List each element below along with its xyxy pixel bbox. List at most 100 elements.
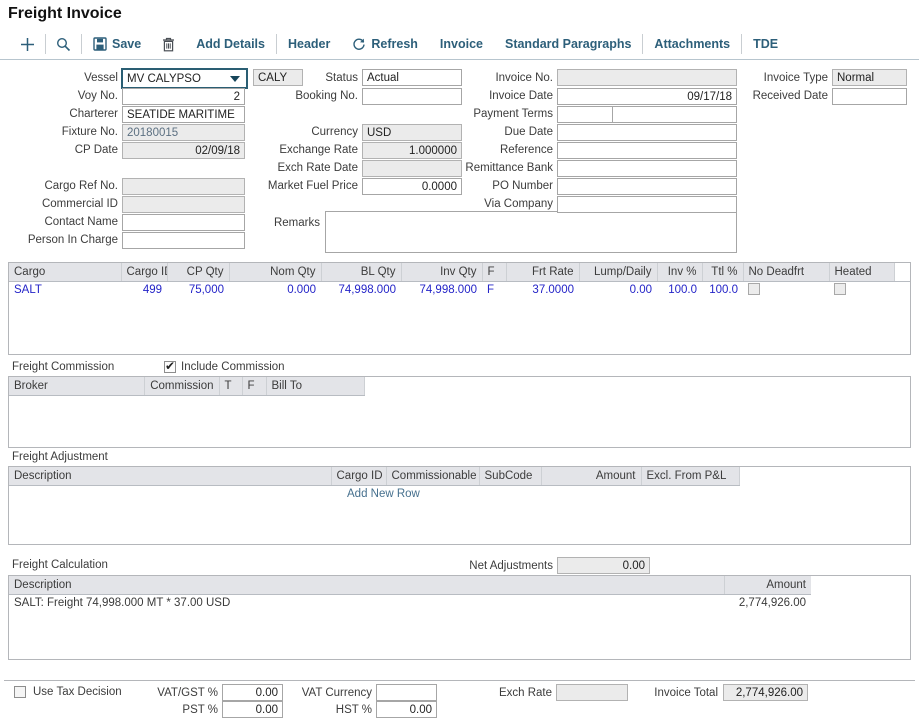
- po-number-field[interactable]: [557, 178, 737, 195]
- bl-qty-cell[interactable]: 74,998.000: [321, 281, 401, 299]
- voy-no-field[interactable]: 2: [122, 88, 245, 105]
- col-inv-qty: Inv Qty: [401, 263, 482, 281]
- save-label: Save: [112, 37, 141, 51]
- calc-description-cell: SALT: Freight 74,998.000 MT * 37.00 USD: [9, 594, 724, 612]
- commercial-id-field[interactable]: [122, 196, 245, 213]
- cargo-cell[interactable]: SALT: [9, 281, 121, 299]
- ttl-pct-cell[interactable]: 100.0: [702, 281, 743, 299]
- cp-date-label: CP Date: [0, 142, 118, 159]
- header-label: Header: [288, 37, 330, 51]
- received-date-label: Received Date: [740, 88, 828, 105]
- col-gutter: [894, 263, 910, 281]
- gutter-cell: [894, 281, 910, 299]
- tde-label: TDE: [753, 37, 778, 51]
- booking-no-label: Booking No.: [240, 88, 358, 105]
- reference-field[interactable]: [557, 142, 737, 159]
- cargo-grid-panel: Cargo Cargo ID CP Qty Nom Qty BL Qty Inv…: [8, 262, 911, 355]
- invoice-no-field[interactable]: [557, 69, 737, 86]
- freight-adjustment-label: Freight Adjustment: [12, 451, 108, 463]
- use-tax-decision-checkbox[interactable]: [14, 686, 26, 698]
- new-button[interactable]: [10, 37, 45, 52]
- vat-currency-field[interactable]: [376, 684, 437, 701]
- net-adjustments-field[interactable]: 0.00: [557, 557, 650, 574]
- col-heated: Heated: [829, 263, 894, 281]
- col-t: T: [219, 377, 242, 395]
- col-excl-pl: Excl. From P&L: [641, 467, 739, 485]
- delete-button[interactable]: [152, 37, 185, 52]
- cargo-ref-no-field[interactable]: [122, 178, 245, 195]
- refresh-button[interactable]: Refresh: [341, 37, 429, 51]
- invoice-no-label: Invoice No.: [440, 70, 553, 87]
- attachments-button[interactable]: Attachments: [643, 37, 741, 51]
- invoice-type-field[interactable]: Normal: [832, 69, 907, 86]
- frt-rate-cell[interactable]: 37.0000: [506, 281, 579, 299]
- col-no-deadfrt: No Deadfrt: [743, 263, 829, 281]
- commercial-id-label: Commercial ID: [0, 196, 118, 213]
- freight-adjustment-panel: Description Cargo ID Commissionable SubC…: [8, 466, 911, 545]
- payment-terms-desc-field[interactable]: [612, 106, 737, 123]
- nom-qty-cell[interactable]: 0.000: [229, 281, 321, 299]
- add-new-row-link[interactable]: Add New Row: [347, 488, 420, 500]
- header-button[interactable]: Header: [277, 37, 341, 51]
- exch-rate-bottom-label: Exch Rate: [464, 685, 552, 702]
- person-in-charge-field[interactable]: [122, 232, 245, 249]
- heated-checkbox[interactable]: [834, 283, 846, 295]
- lump-daily-cell[interactable]: 0.00: [579, 281, 657, 299]
- page-title: Freight Invoice: [8, 5, 122, 23]
- vat-gst-field[interactable]: 0.00: [222, 684, 283, 701]
- status-label: Status: [240, 70, 358, 87]
- col-calc-amount: Amount: [724, 576, 811, 594]
- invoice-total-field[interactable]: 2,774,926.00: [723, 684, 808, 701]
- po-number-label: PO Number: [440, 178, 553, 195]
- vessel-dropdown[interactable]: MV CALYPSO: [121, 68, 248, 89]
- add-details-button[interactable]: Add Details: [185, 37, 276, 51]
- net-adjustments-label: Net Adjustments: [440, 558, 553, 575]
- inv-pct-cell[interactable]: 100.0: [657, 281, 702, 299]
- invoice-date-field[interactable]: 09/17/18: [557, 88, 737, 105]
- contact-name-label: Contact Name: [0, 214, 118, 231]
- col-cargo: Cargo: [9, 263, 121, 281]
- invoice-button[interactable]: Invoice: [429, 37, 494, 51]
- exch-rate-date-label: Exch Rate Date: [240, 160, 358, 177]
- include-commission-checkbox[interactable]: [164, 361, 176, 373]
- standard-paragraphs-label: Standard Paragraphs: [505, 37, 631, 51]
- voy-no-label: Voy No.: [0, 88, 118, 105]
- no-deadfrt-checkbox[interactable]: [748, 283, 760, 295]
- freight-commission-panel: Broker Commission T F Bill To: [8, 376, 911, 448]
- contact-name-field[interactable]: [122, 214, 245, 231]
- f-cell[interactable]: F: [482, 281, 506, 299]
- fixture-no-field[interactable]: 20180015: [122, 124, 245, 141]
- via-company-field[interactable]: [557, 196, 737, 213]
- due-date-field[interactable]: [557, 124, 737, 141]
- freight-calculation-label: Freight Calculation: [12, 559, 108, 571]
- cargo-id-cell[interactable]: 499: [121, 281, 167, 299]
- standard-paragraphs-button[interactable]: Standard Paragraphs: [494, 37, 642, 51]
- save-button[interactable]: Save: [82, 37, 152, 51]
- col-frt-rate: Frt Rate: [506, 263, 579, 281]
- search-button[interactable]: [46, 37, 81, 52]
- payment-terms-code-field[interactable]: [557, 106, 613, 123]
- freight-invoice-window: Freight Invoice Save Add Details Header …: [0, 0, 919, 724]
- hst-field[interactable]: 0.00: [376, 701, 437, 718]
- cp-qty-cell[interactable]: 75,000: [167, 281, 229, 299]
- col-cargo-id: Cargo ID: [121, 263, 167, 281]
- due-date-label: Due Date: [440, 124, 553, 141]
- remittance-bank-label: Remittance Bank: [440, 160, 553, 177]
- charterer-field[interactable]: SEATIDE MARITIME: [122, 106, 245, 123]
- invoice-total-label: Invoice Total: [630, 685, 718, 702]
- use-tax-decision-label: Use Tax Decision: [33, 686, 122, 698]
- search-icon: [56, 37, 71, 52]
- remarks-field[interactable]: [325, 211, 737, 253]
- exch-rate-bottom-field[interactable]: [556, 684, 628, 701]
- tde-button[interactable]: TDE: [742, 37, 789, 51]
- col-inv-pct: Inv %: [657, 263, 702, 281]
- cp-date-field[interactable]: 02/09/18: [122, 142, 245, 159]
- vessel-value: MV CALYPSO: [123, 73, 230, 85]
- remittance-bank-field[interactable]: [557, 160, 737, 177]
- received-date-field[interactable]: [832, 88, 907, 105]
- freight-commission-table: Broker Commission T F Bill To: [9, 377, 365, 396]
- vessel-label: Vessel: [0, 70, 118, 87]
- pst-field[interactable]: 0.00: [222, 701, 283, 718]
- inv-qty-cell[interactable]: 74,998.000: [401, 281, 482, 299]
- col-subcode: SubCode: [479, 467, 541, 485]
